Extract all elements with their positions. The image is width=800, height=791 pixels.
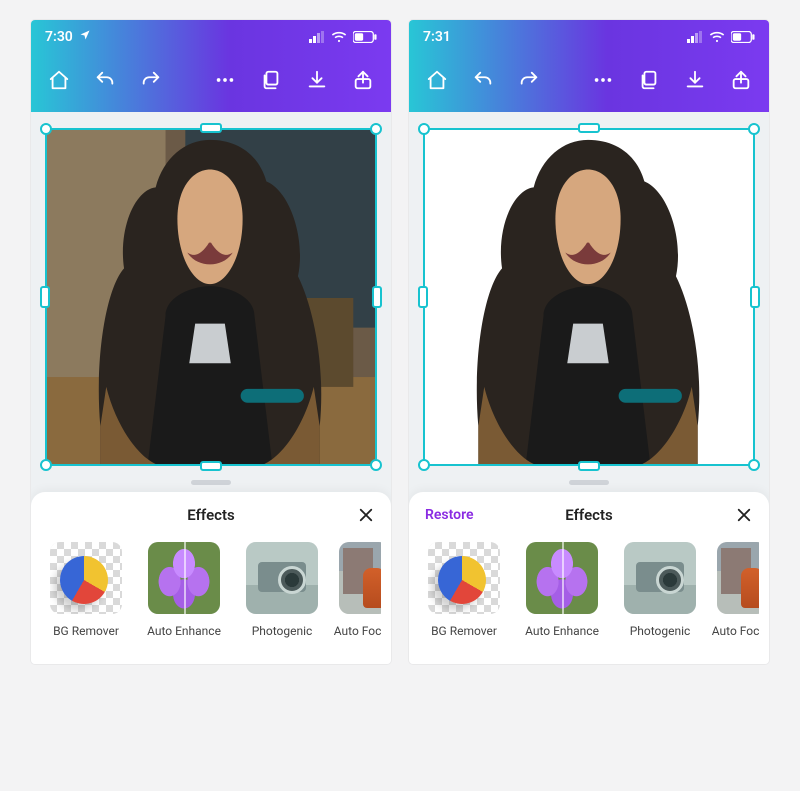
resize-handle-r[interactable]	[372, 286, 382, 308]
resize-handle-bl[interactable]	[40, 459, 52, 471]
resize-handle-tr[interactable]	[748, 123, 760, 135]
layers-button[interactable]	[631, 62, 667, 98]
home-button[interactable]	[419, 62, 455, 98]
effects-panel: Effects BG Remover Auto Enhance Photogen…	[31, 492, 391, 664]
canvas-area	[409, 112, 769, 472]
effect-label: BG Remover	[431, 624, 497, 638]
effect-thumb-photogenic	[624, 542, 696, 614]
effect-auto-enhance[interactable]: Auto Enhance	[521, 542, 603, 638]
layers-button[interactable]	[253, 62, 289, 98]
status-time: 7:31	[423, 29, 451, 45]
status-bar: 7:31	[409, 20, 769, 54]
panel-title: Effects	[117, 506, 305, 524]
resize-handle-l[interactable]	[418, 286, 428, 308]
resize-handle-r[interactable]	[750, 286, 760, 308]
effect-thumb-bg-remover	[428, 542, 500, 614]
share-button[interactable]	[345, 62, 381, 98]
panel-drag-handle[interactable]	[409, 472, 769, 492]
resize-handle-bl[interactable]	[418, 459, 430, 471]
panel-drag-handle[interactable]	[31, 472, 391, 492]
redo-button[interactable]	[511, 62, 547, 98]
phone-screen-2: 7:31	[409, 20, 769, 664]
effect-thumb-auto-focus	[717, 542, 759, 614]
resize-handle-tl[interactable]	[40, 123, 52, 135]
resize-handle-t[interactable]	[578, 123, 600, 133]
effect-label: Auto Enhance	[147, 624, 221, 638]
status-bar: 7:30	[31, 20, 391, 54]
phone-screen-1: 7:30	[31, 20, 391, 664]
status-time: 7:30	[45, 29, 73, 45]
effects-row[interactable]: BG Remover Auto Enhance Photogenic Auto …	[41, 542, 381, 638]
selected-image[interactable]	[423, 128, 755, 466]
top-bar: 7:30	[31, 20, 391, 112]
effect-photogenic[interactable]: Photogenic	[241, 542, 323, 638]
resize-handle-tl[interactable]	[418, 123, 430, 135]
signal-icon	[687, 31, 703, 43]
resize-handle-b[interactable]	[578, 461, 600, 471]
effect-label: BG Remover	[53, 624, 119, 638]
effect-thumb-auto-focus	[339, 542, 381, 614]
canvas-area	[31, 112, 391, 472]
effect-auto-focus[interactable]: Auto Focus	[339, 542, 381, 638]
editor-toolbar	[409, 54, 769, 112]
effect-thumb-photogenic	[246, 542, 318, 614]
resize-handle-b[interactable]	[200, 461, 222, 471]
selected-image[interactable]	[45, 128, 377, 466]
effect-thumb-bg-remover	[50, 542, 122, 614]
canvas-image	[425, 130, 753, 464]
panel-title: Effects	[495, 506, 683, 524]
close-panel-button[interactable]	[305, 506, 375, 524]
restore-button[interactable]: Restore	[425, 507, 495, 523]
effect-label: Auto Enhance	[525, 624, 599, 638]
effect-photogenic[interactable]: Photogenic	[619, 542, 701, 638]
effects-row[interactable]: BG Remover Auto Enhance Photogenic Auto …	[419, 542, 759, 638]
download-button[interactable]	[299, 62, 335, 98]
effects-panel: Restore Effects BG Remover Auto Enhance …	[409, 492, 769, 664]
effect-bg-remover[interactable]: BG Remover	[45, 542, 127, 638]
effect-label: Photogenic	[630, 624, 691, 638]
share-button[interactable]	[723, 62, 759, 98]
canvas-image	[47, 130, 375, 464]
top-bar: 7:31	[409, 20, 769, 112]
undo-button[interactable]	[465, 62, 501, 98]
location-icon	[79, 29, 91, 45]
signal-icon	[309, 31, 325, 43]
redo-button[interactable]	[133, 62, 169, 98]
home-button[interactable]	[41, 62, 77, 98]
undo-button[interactable]	[87, 62, 123, 98]
wifi-icon	[709, 31, 725, 43]
wifi-icon	[331, 31, 347, 43]
effect-label: Photogenic	[252, 624, 313, 638]
effect-thumb-auto-enhance	[148, 542, 220, 614]
resize-handle-l[interactable]	[40, 286, 50, 308]
effect-auto-enhance[interactable]: Auto Enhance	[143, 542, 225, 638]
editor-toolbar	[31, 54, 391, 112]
close-panel-button[interactable]	[683, 506, 753, 524]
more-button[interactable]	[207, 62, 243, 98]
effect-thumb-auto-enhance	[526, 542, 598, 614]
resize-handle-br[interactable]	[748, 459, 760, 471]
resize-handle-t[interactable]	[200, 123, 222, 133]
resize-handle-br[interactable]	[370, 459, 382, 471]
effect-label: Auto Focus	[712, 624, 759, 638]
more-button[interactable]	[585, 62, 621, 98]
resize-handle-tr[interactable]	[370, 123, 382, 135]
effect-label: Auto Focus	[334, 624, 381, 638]
effect-bg-remover[interactable]: BG Remover	[423, 542, 505, 638]
effect-auto-focus[interactable]: Auto Focus	[717, 542, 759, 638]
battery-icon	[353, 31, 377, 43]
download-button[interactable]	[677, 62, 713, 98]
battery-icon	[731, 31, 755, 43]
